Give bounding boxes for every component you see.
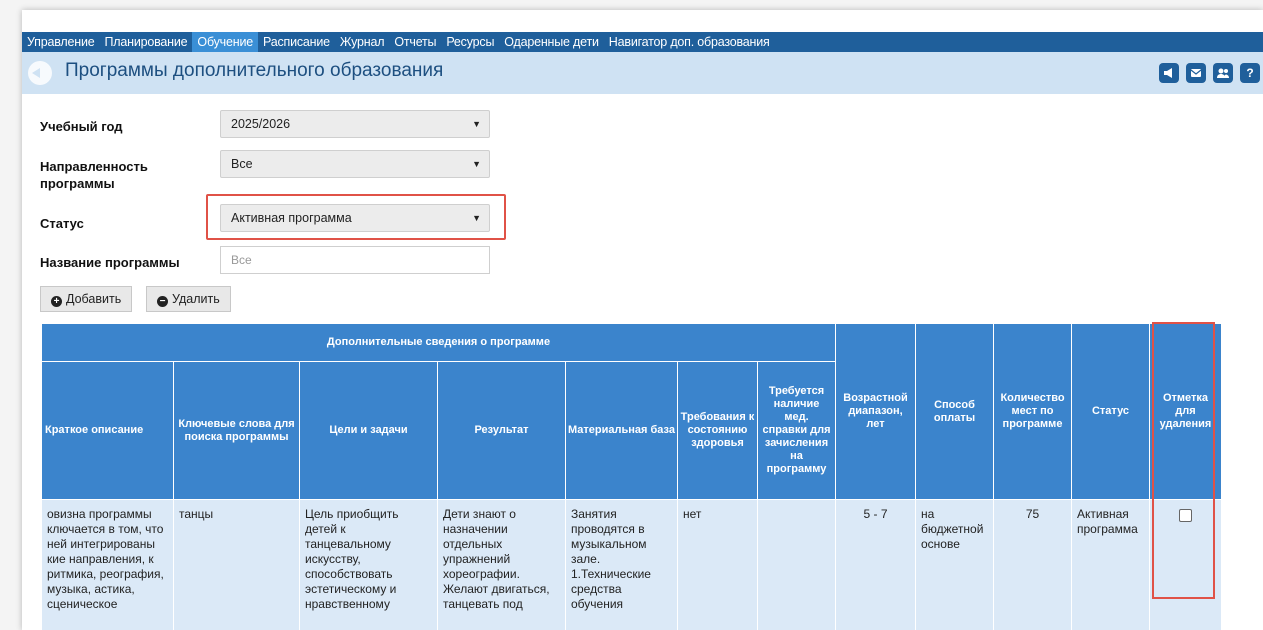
cell-goals: Цель приобщить детей к танцевальному иск… bbox=[300, 500, 438, 630]
nav-item-journal[interactable]: Журнал bbox=[335, 32, 389, 52]
nav-item-learning[interactable]: Обучение bbox=[192, 32, 258, 52]
cell-age: 5 - 7 bbox=[836, 500, 916, 630]
minus-icon: − bbox=[157, 296, 168, 307]
column-header: Требуется наличие мед. справки для зачис… bbox=[758, 362, 836, 500]
top-navigation: Управление Планирование Обучение Расписа… bbox=[22, 32, 1263, 52]
cell-keywords: танцы bbox=[174, 500, 300, 630]
direction-select[interactable]: Все ▼ bbox=[220, 150, 490, 178]
delete-button[interactable]: − Удалить bbox=[146, 286, 231, 312]
cell-result: Дети знают о назначении отдельных упражн… bbox=[438, 500, 566, 630]
program-name-label: Название программы bbox=[40, 255, 180, 270]
back-arrow-icon[interactable] bbox=[28, 61, 52, 85]
page-title: Программы дополнительного образования bbox=[65, 60, 444, 81]
column-header: Количество мест по программе bbox=[994, 324, 1072, 500]
cell-seats: 75 bbox=[994, 500, 1072, 630]
column-header: Цели и задачи bbox=[300, 362, 438, 500]
cell-description: овизна программы ключается в том, что не… bbox=[42, 500, 174, 630]
add-button[interactable]: + Добавить bbox=[40, 286, 133, 312]
chevron-down-icon: ▼ bbox=[472, 119, 481, 129]
nav-item-gifted[interactable]: Одаренные дети bbox=[499, 32, 604, 52]
nav-item-planning[interactable]: Планирование bbox=[100, 32, 193, 52]
column-header: Статус bbox=[1072, 324, 1150, 500]
app-window: Управление Планирование Обучение Расписа… bbox=[22, 10, 1263, 630]
year-select-value: 2025/2026 bbox=[231, 117, 291, 131]
column-header: Требования к состоянию здоровья bbox=[678, 362, 758, 500]
cell-payment: на бюджетной основе bbox=[916, 500, 994, 630]
nav-item-reports[interactable]: Отчеты bbox=[389, 32, 441, 52]
status-label: Статус bbox=[40, 216, 84, 231]
nav-item-navigator[interactable]: Навигатор доп. образования bbox=[604, 32, 775, 52]
nav-item-management[interactable]: Управление bbox=[22, 32, 100, 52]
delete-button-label: Удалить bbox=[172, 292, 220, 306]
cell-base: Занятия проводятся в музыкальном зале. 1… bbox=[566, 500, 678, 630]
year-select[interactable]: 2025/2026 ▼ bbox=[220, 110, 490, 138]
delete-column-highlight-box bbox=[1152, 322, 1215, 599]
title-bar: Программы дополнительного образования ? bbox=[22, 52, 1263, 94]
column-header: Материальная база bbox=[566, 362, 678, 500]
column-header: Краткое описание bbox=[42, 362, 174, 500]
add-button-label: Добавить bbox=[66, 292, 122, 306]
direction-label: Направленность программы bbox=[40, 159, 148, 191]
column-header: Возрастной диапазон, лет bbox=[836, 324, 916, 500]
programs-table: Дополнительные сведения о программе Крат… bbox=[42, 324, 1222, 630]
chevron-down-icon: ▼ bbox=[472, 159, 481, 169]
year-label: Учебный год bbox=[40, 119, 123, 134]
status-highlight-box bbox=[206, 194, 506, 240]
cell-status: Активная программа bbox=[1072, 500, 1150, 630]
users-icon[interactable] bbox=[1213, 63, 1233, 83]
table-group-header: Дополнительные сведения о программе bbox=[42, 324, 836, 362]
column-header: Способ оплаты bbox=[916, 324, 994, 500]
program-name-input[interactable]: Все bbox=[220, 246, 490, 274]
column-header: Ключевые слова для поиска программы bbox=[174, 362, 300, 500]
megaphone-icon[interactable] bbox=[1159, 63, 1179, 83]
nav-item-resources[interactable]: Ресурсы bbox=[441, 32, 499, 52]
mail-icon[interactable] bbox=[1186, 63, 1206, 83]
cell-health: нет bbox=[678, 500, 758, 630]
column-header: Результат bbox=[438, 362, 566, 500]
direction-select-value: Все bbox=[231, 157, 253, 171]
cell-med bbox=[758, 500, 836, 630]
plus-icon: + bbox=[51, 296, 62, 307]
help-icon[interactable]: ? bbox=[1240, 63, 1260, 83]
nav-item-schedule[interactable]: Расписание bbox=[258, 32, 335, 52]
